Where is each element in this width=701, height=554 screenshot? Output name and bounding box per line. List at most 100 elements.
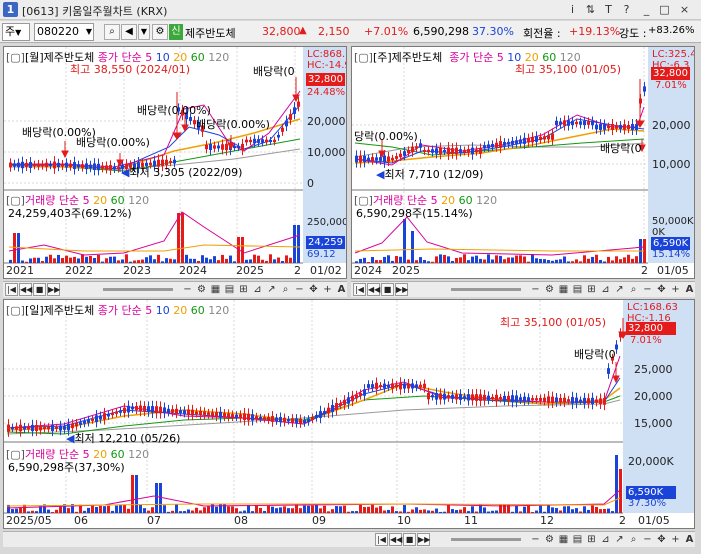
up-candle (599, 398, 602, 405)
help-icon[interactable]: ? (619, 2, 634, 17)
minus-icon[interactable]: − (641, 533, 654, 546)
volume-bar (611, 511, 614, 513)
info-icon[interactable]: i (565, 2, 580, 17)
search-icon[interactable]: ⌕ (627, 533, 640, 546)
move-icon[interactable]: ✥ (655, 533, 668, 546)
volume-bar (245, 259, 248, 263)
up-candle (491, 396, 494, 400)
scroll-back-icon[interactable]: ◀◀ (367, 283, 380, 296)
volume-bar (359, 504, 362, 513)
search-icon[interactable]: ⌕ (627, 283, 640, 296)
chevron-down-icon[interactable]: ▼ (138, 24, 150, 40)
down-candle (347, 397, 350, 404)
weekly-volume-value: 6,590,298주(15.14%) (356, 207, 473, 220)
daily-price-tag: 32,800 (626, 322, 676, 335)
chevron-down-icon: ▼ (85, 27, 92, 36)
plus-icon[interactable]: + (669, 283, 682, 296)
grid-icon[interactable]: ▦ (557, 533, 570, 546)
volume-bar (387, 255, 390, 263)
minus-icon[interactable]: − (641, 283, 654, 296)
zoom-slider[interactable] (451, 288, 521, 291)
daily-vol-ytick: 20,000K (628, 455, 674, 468)
ruler-icon[interactable]: ⊿ (251, 283, 264, 296)
text-icon[interactable]: A (683, 533, 696, 546)
scroll-first-icon[interactable]: |◀ (353, 283, 366, 296)
gear-icon[interactable]: ⚙ (195, 283, 208, 296)
table-icon[interactable]: ▤ (571, 283, 584, 296)
scroll-forward-icon[interactable]: ▶▶ (47, 283, 60, 296)
up-candle (239, 414, 242, 419)
stop-icon[interactable]: ■ (403, 533, 416, 546)
up-candle (231, 414, 234, 418)
plus-icon[interactable]: + (321, 283, 334, 296)
volume-bar (277, 257, 280, 263)
expand-icon[interactable]: [▢] (354, 51, 373, 64)
zoom-out-icon[interactable]: − (529, 283, 542, 296)
up-candle (225, 143, 228, 151)
pin-icon[interactable]: T (601, 2, 616, 17)
chart-icon[interactable]: ⊞ (237, 283, 250, 296)
up-candle (439, 147, 442, 155)
stock-code-value: 080220 (37, 25, 79, 38)
volume-bar (459, 257, 462, 263)
gear-icon[interactable]: ⚙ (543, 533, 556, 546)
volume-bar (423, 509, 426, 513)
trend-icon[interactable]: ↗ (613, 533, 626, 546)
search-icon[interactable]: ⌕ (279, 283, 292, 296)
volume-bar (135, 475, 138, 513)
scroll-first-icon[interactable]: |◀ (375, 533, 388, 546)
up-candle (191, 409, 194, 416)
scroll-back-icon[interactable]: ◀◀ (389, 533, 402, 546)
down-candle (323, 411, 326, 414)
zoom-out-icon[interactable]: − (181, 283, 194, 296)
daily-ytick-25000: 25,000 (634, 363, 673, 376)
stock-code-input[interactable]: 080220 ▼ (34, 23, 94, 41)
maximize-icon[interactable]: □ (657, 2, 672, 17)
volume-bar (75, 511, 78, 513)
zoom-slider[interactable] (103, 288, 173, 291)
plus-icon[interactable]: + (669, 533, 682, 546)
expand-icon[interactable]: [▢] (6, 304, 25, 317)
speaker-icon[interactable]: ◀ (121, 24, 137, 40)
zoom-out-icon[interactable]: − (529, 533, 542, 546)
zoom-slider[interactable] (451, 538, 521, 541)
volume-bar (595, 506, 598, 513)
grid-icon[interactable]: ▦ (557, 283, 570, 296)
grid-icon[interactable]: ▦ (209, 283, 222, 296)
table-icon[interactable]: ▤ (223, 283, 236, 296)
link-icon[interactable]: ⇅ (583, 2, 598, 17)
market-select[interactable]: 주▼ (2, 23, 30, 41)
volume-bar (591, 256, 594, 263)
scroll-back-icon[interactable]: ◀◀ (19, 283, 32, 296)
minimize-icon[interactable]: _ (639, 2, 654, 17)
move-icon[interactable]: ✥ (655, 283, 668, 296)
stop-icon[interactable]: ■ (33, 283, 46, 296)
stop-icon[interactable]: ■ (381, 283, 394, 296)
scroll-forward-icon[interactable]: ▶▶ (395, 283, 408, 296)
up-candle (495, 142, 498, 148)
gear-icon[interactable]: ⚙ (543, 283, 556, 296)
search-icon[interactable]: ⌕ (104, 24, 120, 40)
ruler-icon[interactable]: ⊿ (599, 283, 612, 296)
volume-bar (559, 259, 562, 263)
table-icon[interactable]: ▤ (571, 533, 584, 546)
close-icon[interactable]: × (677, 2, 692, 17)
volume-bar (399, 511, 402, 513)
volume-bar (77, 258, 80, 263)
text-icon[interactable]: A (683, 283, 696, 296)
minus-icon[interactable]: − (293, 283, 306, 296)
trend-icon[interactable]: ↗ (613, 283, 626, 296)
settings-icon[interactable]: ⚙ (152, 24, 168, 40)
volume-bar (55, 509, 58, 513)
move-icon[interactable]: ✥ (307, 283, 320, 296)
ruler-icon[interactable]: ⊿ (599, 533, 612, 546)
scroll-first-icon[interactable]: |◀ (5, 283, 18, 296)
trend-icon[interactable]: ↗ (265, 283, 278, 296)
monthly-ytick-10000: 10,000 (307, 146, 346, 159)
volume-bar (123, 504, 126, 513)
expand-icon[interactable]: [▢] (6, 51, 25, 64)
scroll-forward-icon[interactable]: ▶▶ (417, 533, 430, 546)
chart-icon[interactable]: ⊞ (585, 533, 598, 546)
text-icon[interactable]: A (335, 283, 348, 296)
chart-icon[interactable]: ⊞ (585, 283, 598, 296)
